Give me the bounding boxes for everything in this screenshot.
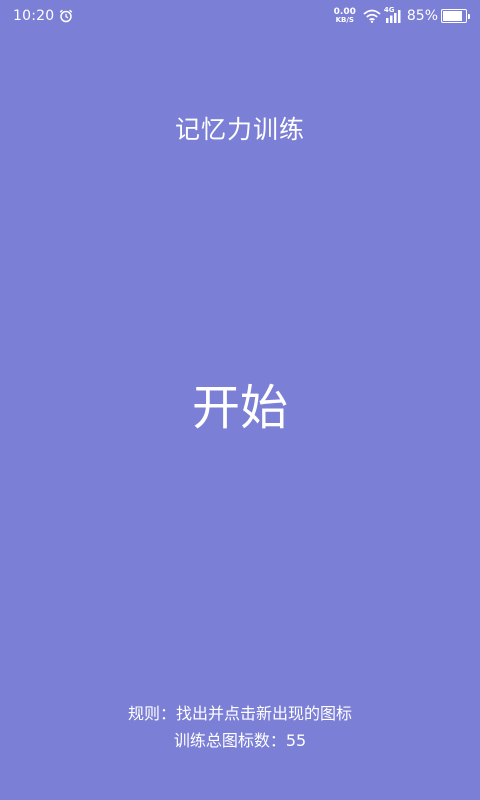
battery-fill <box>443 11 462 21</box>
network-type-label: 4G <box>383 6 395 14</box>
network-speed-unit: KB/S <box>335 16 354 24</box>
total-icons-line: 训练总图标数：55 <box>0 727 480 754</box>
status-left: 10:20 <box>13 8 73 24</box>
wifi-icon <box>363 9 381 23</box>
battery-icon <box>441 9 470 23</box>
signal-icon: 4G <box>383 6 402 23</box>
start-button[interactable]: 开始 <box>140 365 340 441</box>
footer-info: 规则：找出并点击新出现的图标 训练总图标数：55 <box>0 700 480 754</box>
total-icons-label: 训练总图标数： <box>173 731 286 750</box>
network-speed-value: 0.00 <box>333 7 356 17</box>
battery-body <box>441 9 467 23</box>
battery-cap <box>468 13 470 19</box>
status-right: 0.00 KB/S 4G 85% <box>333 6 470 25</box>
page-title: 记忆力训练 <box>174 115 305 144</box>
battery-percent: 85% <box>406 8 438 24</box>
status-time: 10:20 <box>13 8 55 24</box>
rules-text: 规则：找出并点击新出现的图标 <box>127 704 352 723</box>
alarm-icon <box>59 9 73 23</box>
total-icons-count: 55 <box>285 731 307 750</box>
status-bar: 10:20 0.00 KB/S 4G 85% <box>0 0 480 32</box>
network-speed: 0.00 KB/S <box>333 7 356 25</box>
app-screen: 10:20 0.00 KB/S 4G 85% 记忆力训练 开始 规则：找出并点击… <box>0 0 480 800</box>
